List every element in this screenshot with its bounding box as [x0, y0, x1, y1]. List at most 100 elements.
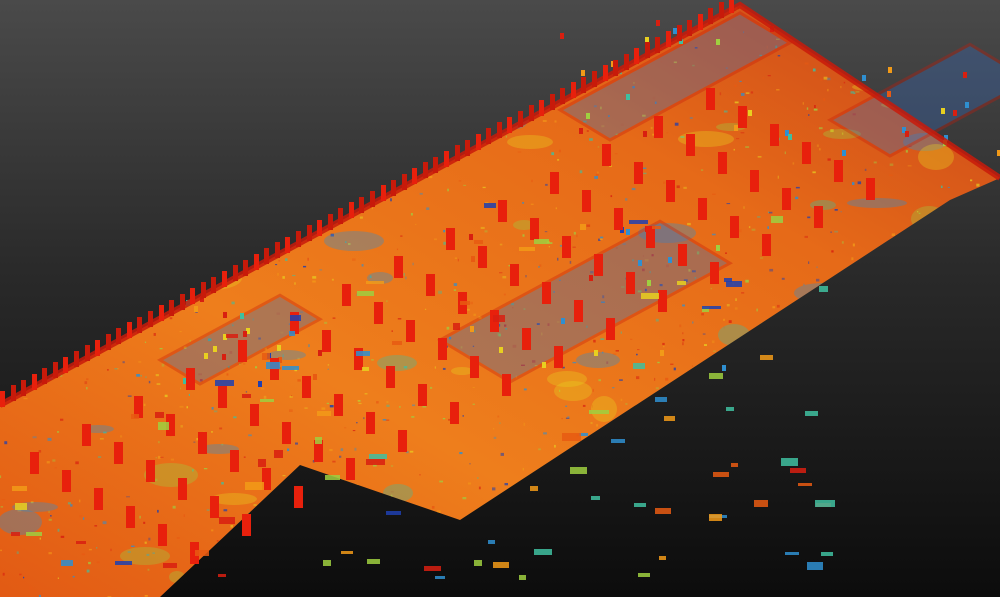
- wall-panel: [476, 134, 481, 150]
- point-speck: [920, 59, 922, 61]
- point-speck: [279, 553, 281, 556]
- point-speck: [830, 231, 832, 233]
- point-speck: [874, 384, 877, 387]
- point-speck: [685, 409, 687, 412]
- point-speck: [786, 506, 791, 509]
- point-speck: [577, 590, 581, 594]
- point-speck: [482, 186, 486, 189]
- point-speck: [727, 469, 731, 472]
- point-cloud-viewport[interactable]: [0, 0, 1000, 597]
- point-speck: [100, 320, 102, 323]
- point-speck: [164, 248, 168, 250]
- point-speck: [121, 121, 124, 123]
- equipment: [807, 562, 823, 570]
- point-speck: [223, 509, 228, 512]
- point-speck: [388, 128, 392, 131]
- point-speck: [467, 482, 472, 485]
- point-speck: [47, 187, 50, 190]
- point-speck: [808, 406, 811, 409]
- point-speck: [230, 525, 233, 528]
- point-speck: [692, 551, 694, 555]
- point-speck: [145, 27, 149, 29]
- equipment: [15, 503, 27, 510]
- point-speck: [544, 53, 547, 57]
- point-speck: [148, 208, 151, 210]
- point-speck: [494, 28, 498, 31]
- equipment: [781, 458, 798, 466]
- point-speck: [253, 526, 257, 529]
- point-speck: [721, 465, 725, 468]
- wall-panel: [370, 191, 375, 207]
- column: [238, 340, 247, 362]
- wall-panel: [645, 42, 650, 58]
- point-speck: [282, 276, 285, 279]
- point-speck: [293, 67, 297, 71]
- point-speck: [359, 89, 361, 93]
- point-speck: [799, 338, 803, 341]
- point-speck: [84, 57, 87, 61]
- point-speck: [612, 480, 617, 483]
- point-speck: [84, 381, 88, 385]
- equipment: [771, 216, 783, 223]
- point-speck: [931, 276, 935, 279]
- point-speck: [199, 112, 201, 114]
- point-speck: [405, 276, 407, 280]
- point-speck: [148, 537, 151, 541]
- point-speck: [515, 55, 518, 58]
- point-speck: [719, 589, 721, 591]
- point-speck: [96, 78, 101, 82]
- point-speck: [741, 292, 745, 294]
- point-speck: [136, 26, 138, 29]
- point-speck: [887, 333, 890, 336]
- point-speck: [20, 134, 23, 138]
- point-speck: [144, 595, 148, 597]
- point-speck: [814, 105, 816, 108]
- point-speck: [704, 344, 707, 346]
- wall-panel: [687, 20, 692, 36]
- point-speck: [446, 99, 450, 102]
- intensity-patch: [738, 517, 766, 531]
- point-speck: [453, 283, 458, 286]
- point-speck: [654, 377, 656, 381]
- point-speck: [363, 489, 366, 491]
- point-speck: [436, 0, 438, 3]
- point-speck: [67, 502, 71, 505]
- point-speck: [904, 449, 907, 452]
- point-speck: [953, 516, 955, 518]
- point-speck: [892, 400, 895, 403]
- intensity-patch: [884, 303, 918, 325]
- point-speck: [682, 332, 684, 335]
- point-speck: [488, 19, 492, 23]
- column: [718, 152, 727, 174]
- point-speck: [628, 567, 632, 571]
- point-speck: [557, 257, 559, 261]
- point-speck: [760, 322, 765, 326]
- point-speck: [653, 456, 656, 458]
- equipment: [664, 416, 675, 421]
- point-speck: [522, 234, 525, 237]
- point-speck: [857, 181, 862, 185]
- point-speck: [857, 428, 861, 432]
- equipment: [362, 367, 369, 371]
- point-speck: [136, 374, 140, 377]
- point-speck: [196, 438, 199, 441]
- point-speck: [745, 92, 750, 94]
- point-speck: [332, 317, 336, 319]
- point-speck: [610, 195, 613, 198]
- point-speck: [319, 269, 323, 271]
- point-speck: [117, 368, 119, 370]
- room-fixture: [223, 312, 227, 318]
- point-speck: [148, 133, 152, 137]
- point-speck: [119, 132, 122, 135]
- point-speck: [812, 171, 816, 174]
- point-speck: [504, 483, 508, 486]
- wall-panel: [307, 225, 312, 241]
- point-speck: [499, 243, 503, 246]
- point-speck: [580, 537, 583, 539]
- point-speck: [445, 105, 450, 109]
- point-speck: [569, 260, 572, 264]
- point-speck: [260, 387, 265, 390]
- point-speck: [96, 37, 98, 40]
- point-speck: [612, 387, 615, 389]
- point-speck: [541, 488, 545, 491]
